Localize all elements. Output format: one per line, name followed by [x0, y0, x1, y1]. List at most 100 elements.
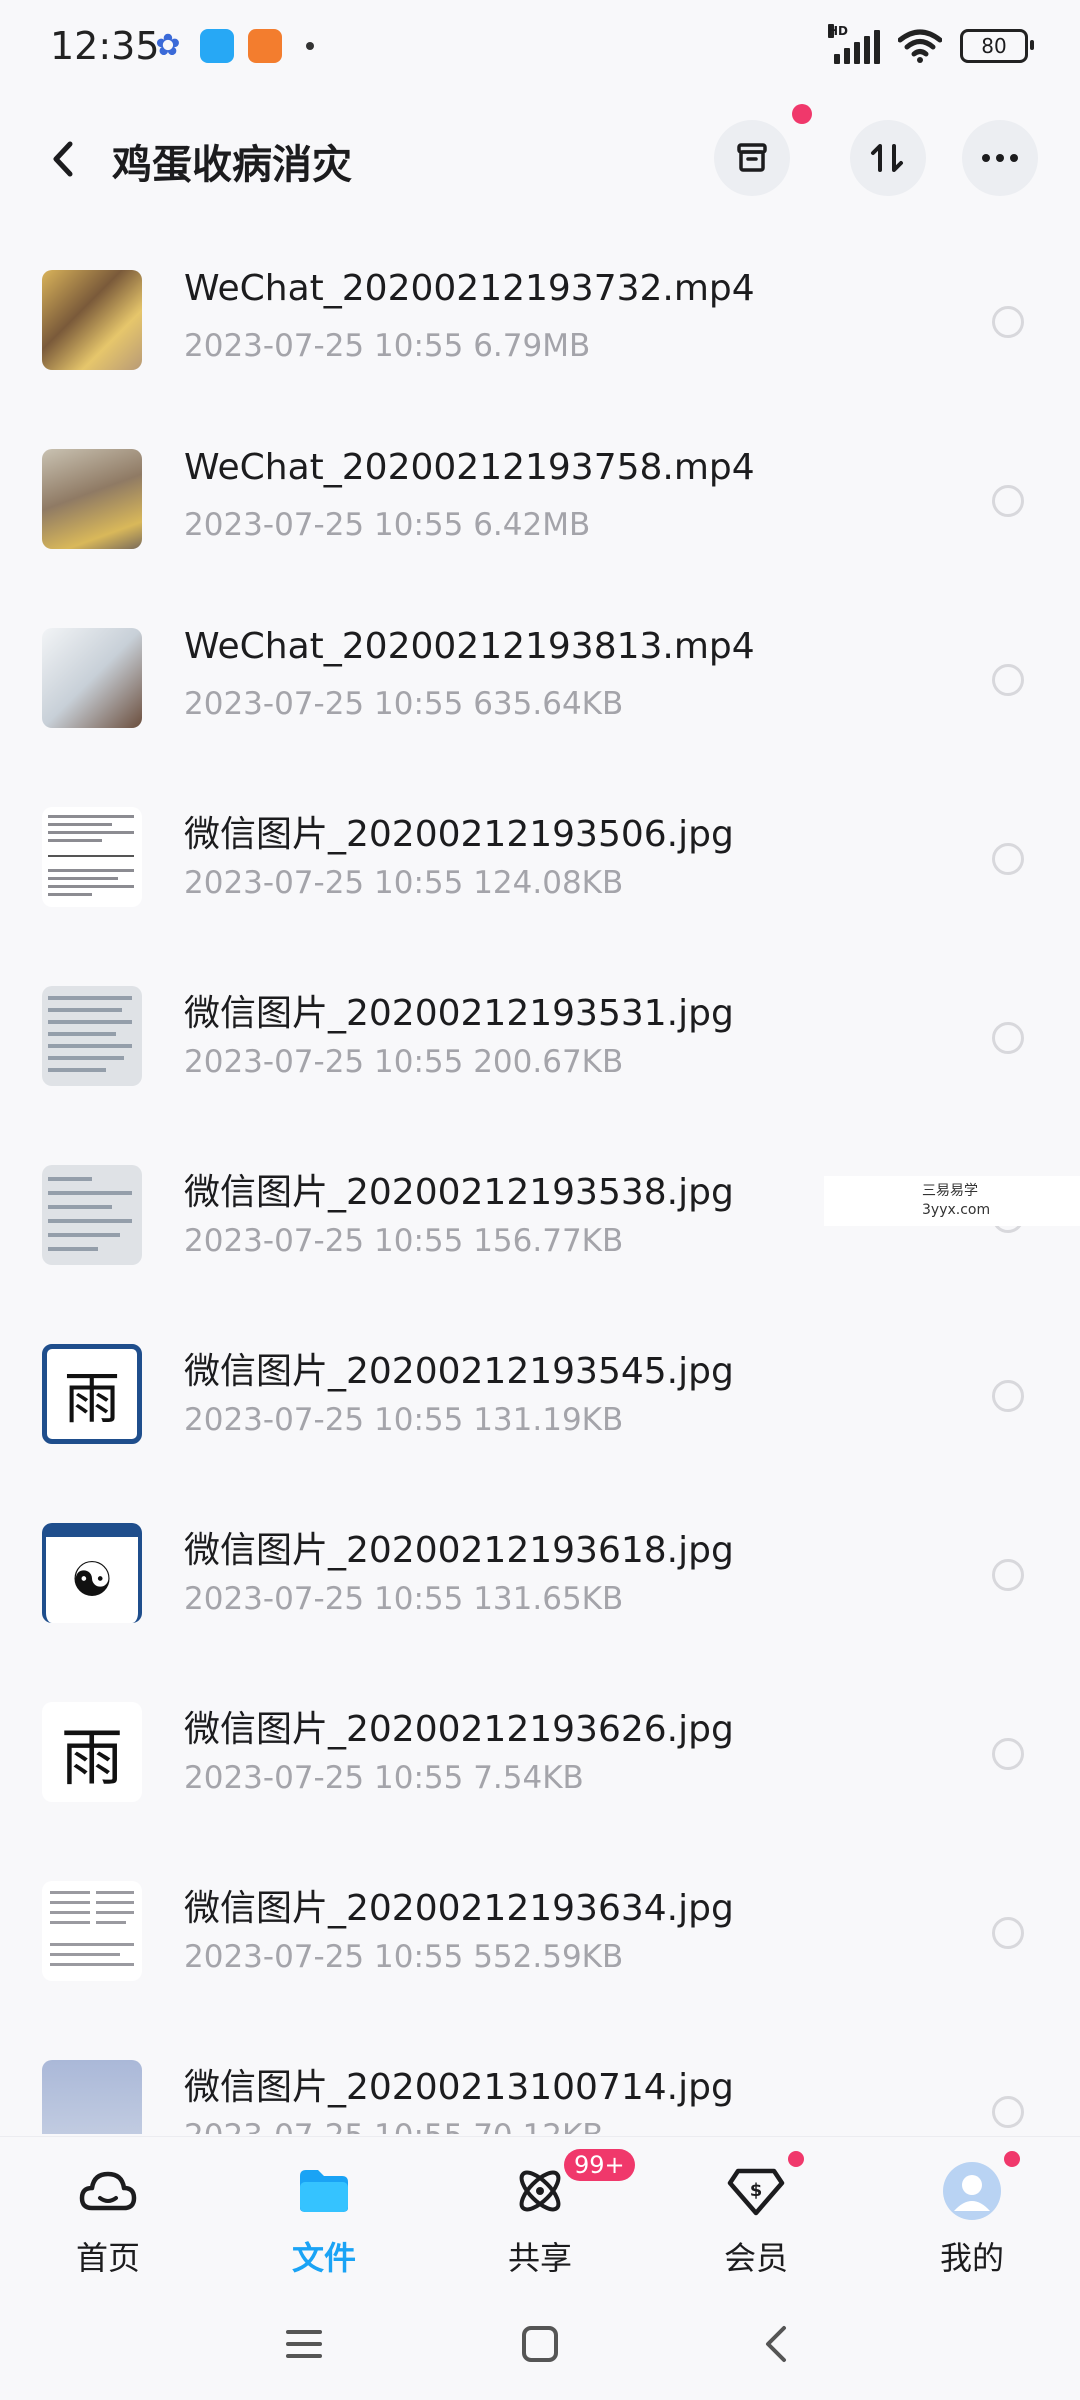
network-tag: HD: [828, 24, 849, 38]
file-row[interactable]: 微信图片_20200212193634.jpg 2023-07-25 10:55…: [0, 1835, 1080, 2014]
file-name: 微信图片_20200212193531.jpg: [184, 993, 734, 1034]
home-button[interactable]: [510, 2314, 570, 2374]
status-system-icons: HD 80: [828, 24, 1034, 64]
handwriting-thumbnail: [42, 986, 142, 1086]
file-meta: 2023-07-25 10:55 131.19KB: [184, 1402, 624, 1438]
select-radio[interactable]: [992, 664, 1024, 696]
recent-apps-button[interactable]: [274, 2314, 334, 2374]
status-notification-icons: ✿: [150, 28, 314, 63]
status-time: 12:35: [50, 24, 160, 68]
nav-label: 文件: [291, 2239, 356, 2277]
nav-label: 我的: [939, 2239, 1004, 2277]
chevron-left-icon: [766, 2326, 786, 2362]
select-radio[interactable]: [992, 1917, 1024, 1949]
glyph-thumbnail: ⾬: [42, 1344, 142, 1444]
more-notifications-icon: [306, 41, 314, 50]
vip-diamond-icon: $: [726, 2161, 786, 2221]
more-dots-icon: [982, 154, 1018, 162]
file-row[interactable]: ☯ 微信图片_20200212193618.jpg 2023-07-25 10:…: [0, 1477, 1080, 1656]
file-name: 微信图片_20200212193634.jpg: [184, 1888, 734, 1929]
file-meta: 2023-07-25 10:55 552.59KB: [184, 1939, 624, 1975]
file-row[interactable]: WeChat_20200212193732.mp4 2023-07-25 10:…: [0, 224, 1080, 403]
select-radio[interactable]: [992, 1380, 1024, 1412]
file-meta: 2023-07-25 10:55 200.67KB: [184, 1044, 624, 1080]
handwriting-thumbnail: [42, 1165, 142, 1265]
svg-text:$: $: [750, 2180, 763, 2201]
glyph-thumbnail: ☯: [42, 1523, 142, 1623]
nav-label: 首页: [75, 2239, 140, 2277]
status-bar: 12:35 ✿ HD 80: [0, 0, 1080, 96]
file-meta: 2023-07-25 10:55 6.79MB: [184, 328, 591, 364]
file-name: WeChat_20200212193758.mp4: [184, 447, 755, 488]
sort-button[interactable]: [850, 120, 926, 196]
archive-button[interactable]: [714, 120, 790, 196]
battery-icon: 80: [960, 29, 1034, 63]
bottom-nav: 首页 文件 99+ 共享 $ 会员 我的: [0, 2136, 1080, 2287]
file-name: 微信图片_20200212193538.jpg: [184, 1172, 734, 1213]
notification-dot: [1004, 2151, 1020, 2167]
file-meta: 2023-07-25 10:55 6.42MB: [184, 507, 591, 543]
more-button[interactable]: [962, 120, 1038, 196]
file-meta: 2023-07-25 10:55 635.64KB: [184, 686, 624, 722]
blue-app-icon: [200, 28, 234, 63]
select-radio[interactable]: [992, 2096, 1024, 2128]
select-radio[interactable]: [992, 1022, 1024, 1054]
nav-profile[interactable]: 我的: [864, 2137, 1080, 2287]
app-header: 鸡蛋收病消灾: [0, 110, 1080, 210]
nav-share[interactable]: 99+ 共享: [432, 2137, 648, 2287]
notification-dot: [788, 2151, 804, 2167]
select-radio[interactable]: [992, 1738, 1024, 1770]
system-back-button[interactable]: [746, 2314, 806, 2374]
wifi-icon: [898, 29, 942, 63]
file-row[interactable]: 微信图片_20200212193506.jpg 2023-07-25 10:55…: [0, 761, 1080, 940]
file-row[interactable]: WeChat_20200212193758.mp4 2023-07-25 10:…: [0, 403, 1080, 582]
video-thumbnail: [42, 628, 142, 728]
file-row[interactable]: ⾬ 微信图片_20200212193545.jpg 2023-07-25 10:…: [0, 1298, 1080, 1477]
watermark-line1: 三易易学: [922, 1183, 978, 1199]
sort-icon: [871, 144, 903, 172]
nav-home[interactable]: 首页: [0, 2137, 216, 2287]
file-name: 微信图片_20200212193618.jpg: [184, 1530, 734, 1571]
video-thumbnail: [42, 270, 142, 370]
file-name: WeChat_20200212193732.mp4: [184, 268, 755, 309]
file-name: 微信图片_20200212193506.jpg: [184, 814, 734, 855]
text-thumbnail: [42, 2060, 142, 2134]
file-name: WeChat_20200212193813.mp4: [184, 626, 755, 667]
file-name: 微信图片_20200212193545.jpg: [184, 1351, 734, 1392]
select-radio[interactable]: [992, 1559, 1024, 1591]
select-radio[interactable]: [992, 306, 1024, 338]
cloud-icon: [78, 2161, 138, 2221]
video-thumbnail: [42, 449, 142, 549]
square-icon: [522, 2326, 558, 2362]
share-atom-icon: [510, 2161, 570, 2221]
file-meta: 2023-07-25 10:55 131.65KB: [184, 1581, 624, 1617]
file-row[interactable]: 微信图片_20200212193531.jpg 2023-07-25 10:55…: [0, 940, 1080, 1119]
glyph-thumbnail: ⾬: [42, 1702, 142, 1802]
flower-app-icon: ✿: [155, 28, 181, 63]
nav-files[interactable]: 文件: [216, 2137, 432, 2287]
avatar-icon: [942, 2161, 1002, 2221]
archive-icon: [737, 143, 767, 172]
document-thumbnail: [42, 807, 142, 907]
select-radio[interactable]: [992, 485, 1024, 517]
file-meta: 2023-07-25 10:55 7.54KB: [184, 1760, 584, 1796]
file-meta: 2023-07-25 10:55 156.77KB: [184, 1223, 624, 1259]
file-row[interactable]: 微信图片_20200213100714.jpg 2023-07-25 10:55…: [0, 2014, 1080, 2134]
file-row[interactable]: WeChat_20200212193813.mp4 2023-07-25 10:…: [0, 582, 1080, 761]
file-row[interactable]: ⾬ 微信图片_20200212193626.jpg 2023-07-25 10:…: [0, 1656, 1080, 1835]
chevron-left-icon: [53, 141, 73, 177]
text-thumbnail: [42, 1881, 142, 1981]
file-meta: 2023-07-25 10:55 70.12KB: [184, 2118, 604, 2134]
site-watermark: 三易易学 3yyx.com: [824, 1176, 1080, 1226]
file-meta: 2023-07-25 10:55 124.08KB: [184, 865, 624, 901]
notification-dot: [792, 104, 812, 124]
select-radio[interactable]: [992, 843, 1024, 875]
signal-icon: HD: [828, 24, 880, 64]
nav-vip[interactable]: $ 会员: [648, 2137, 864, 2287]
nav-label: 会员: [723, 2239, 788, 2277]
notification-badge: 99+: [564, 2149, 635, 2181]
orange-app-icon: [248, 28, 282, 63]
menu-lines-icon: [286, 2330, 322, 2358]
folder-icon: [294, 2161, 354, 2221]
back-button[interactable]: [40, 134, 90, 184]
